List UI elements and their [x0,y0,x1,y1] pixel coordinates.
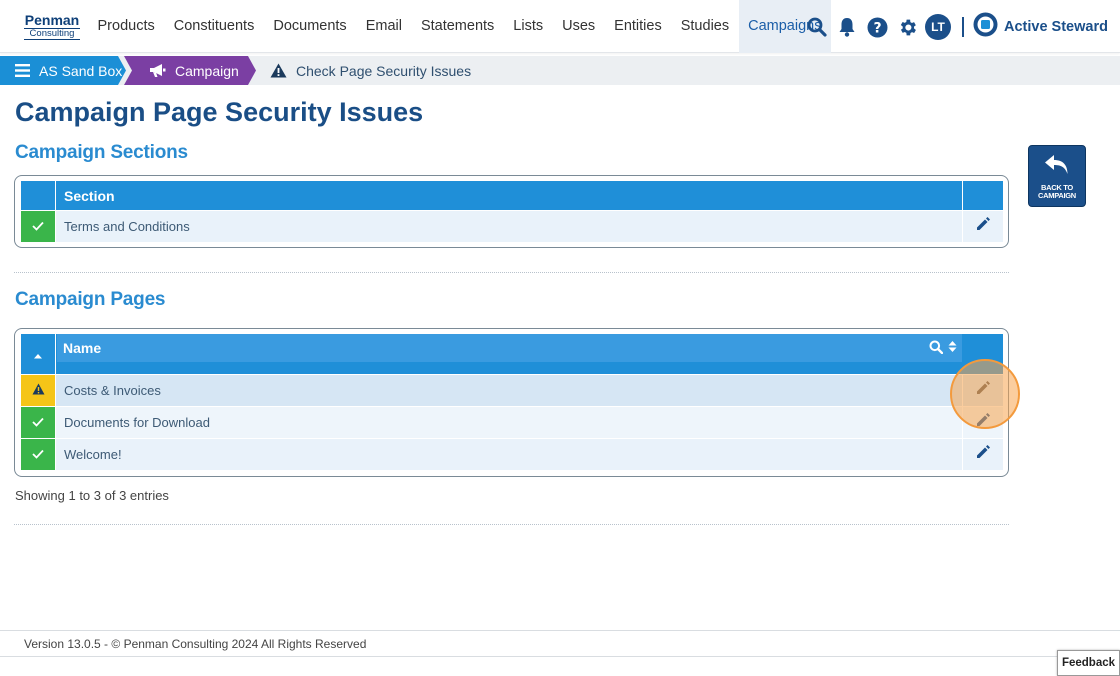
check-icon [32,414,44,432]
brand-name: Active Steward [1004,19,1108,35]
sections-table-header: Section [21,181,1003,210]
table-row: Costs & Invoices [21,374,1003,406]
help-icon[interactable]: ? [862,13,892,41]
nav-studies[interactable]: Studies [671,0,738,53]
edit-page-button[interactable] [962,407,1003,438]
back-to-campaign-button[interactable]: BACK TO CAMPAIGN [1028,145,1086,207]
nav-constituents[interactable]: Constituents [164,0,264,53]
sections-title: Campaign Sections [15,142,188,163]
page-name: Documents for Download [64,415,210,430]
status-warning-cell [21,375,56,406]
sort-status-header[interactable] [21,334,56,374]
gear-icon[interactable] [892,13,922,41]
status-ok-cell [21,407,56,438]
nav-products[interactable]: Products [88,0,164,53]
penman-logo[interactable]: Penman Consulting [24,13,80,40]
nav-email[interactable]: Email [356,0,411,53]
name-column-header[interactable]: Name [57,334,962,362]
sort-both-icon[interactable] [948,340,957,356]
user-avatar[interactable]: LT [925,14,951,40]
actions-column-header [962,181,1003,210]
nav-documents[interactable]: Documents [264,0,356,53]
breadcrumb-sandbox[interactable]: AS Sand Box [0,56,126,85]
active-steward-logo-icon [973,12,998,42]
pencil-icon [975,444,991,465]
bell-icon[interactable] [832,13,862,41]
table-row: Documents for Download [21,406,1003,438]
svg-text:?: ? [873,20,881,36]
section-column-header: Section [64,187,115,204]
edit-page-button[interactable] [962,375,1003,406]
footer-text: Version 13.0.5 - © Penman Consulting 202… [24,637,367,651]
breadcrumb: AS Sand Box Campaign Check Page Security… [0,56,1120,85]
header-tools: ? LT Active Steward [802,12,1108,42]
search-icon[interactable] [802,13,832,41]
warning-icon [32,382,45,400]
edit-section-button[interactable] [962,211,1003,242]
page-title: Campaign Page Security Issues [15,97,424,127]
pages-table-header: Name [21,334,1003,374]
top-navbar: Penman Consulting Products Constituents … [0,0,1120,53]
status-ok-cell [21,211,56,242]
divider [14,272,1009,273]
header-divider [962,17,964,37]
logo-line1: Penman [24,12,80,28]
table-row: Terms and Conditions [21,210,1003,242]
warning-icon [270,63,287,78]
divider [14,524,1009,525]
megaphone-icon [149,63,166,78]
pencil-icon [975,380,991,401]
pencil-icon [975,412,991,433]
breadcrumb-campaign[interactable]: Campaign [124,56,256,85]
breadcrumb-current: Check Page Security Issues [270,56,471,85]
edit-page-button[interactable] [962,439,1003,470]
menu-icon [15,64,30,77]
back-button-label: BACK TO CAMPAIGN [1038,183,1076,201]
sections-table: Section Terms and Conditions [14,175,1009,248]
table-row: Welcome! [21,438,1003,470]
breadcrumb-current-label: Check Page Security Issues [296,62,472,79]
active-steward-brand[interactable]: Active Steward [973,12,1108,42]
name-column-label: Name [63,340,102,356]
logo-line2: Consulting [24,28,80,40]
pages-title: Campaign Pages [15,289,166,310]
section-name: Terms and Conditions [64,219,190,234]
sort-asc-icon [33,346,43,362]
breadcrumb-sandbox-label: AS Sand Box [39,62,123,79]
back-arrow-icon [1044,154,1070,181]
actions-column-header [962,334,1003,374]
nav-statements[interactable]: Statements [411,0,503,53]
check-icon [32,446,44,464]
status-column-header [21,181,56,210]
breadcrumb-campaign-label: Campaign [175,62,239,79]
table-entries-info: Showing 1 to 3 of 3 entries [15,488,169,503]
nav-lists[interactable]: Lists [504,0,553,53]
page-name: Costs & Invoices [64,383,161,398]
check-icon [32,218,44,236]
column-search-icon[interactable] [929,340,944,357]
status-ok-cell [21,439,56,470]
nav-entities[interactable]: Entities [605,0,672,53]
page-name: Welcome! [64,447,122,462]
feedback-button[interactable]: Feedback [1057,650,1120,676]
main-nav: Products Constituents Documents Email St… [88,0,831,53]
pencil-icon [975,216,991,237]
footer: Version 13.0.5 - © Penman Consulting 202… [0,630,1120,657]
pages-table: Name Costs & Invoices Documents for Down… [14,328,1009,477]
nav-uses[interactable]: Uses [553,0,605,53]
back-button-line2: CAMPAIGN [1038,191,1076,201]
